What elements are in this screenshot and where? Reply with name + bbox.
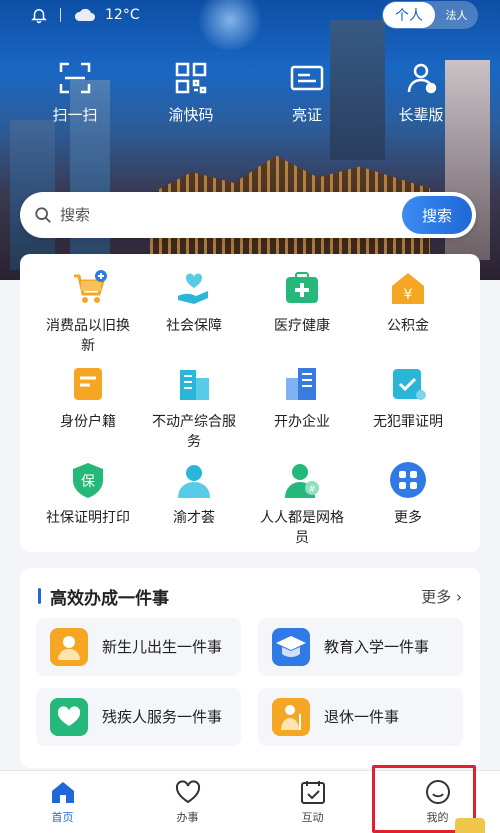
mode-personal[interactable]: 个人 bbox=[383, 2, 435, 28]
quick-action-label: 扫一扫 bbox=[52, 106, 98, 124]
quick-action-label: 渝快码 bbox=[168, 106, 214, 124]
service-label: 渝才荟 bbox=[173, 510, 215, 526]
service-label: 身份户籍 bbox=[60, 414, 116, 430]
quick-action-scan[interactable]: 扫一扫 bbox=[30, 60, 120, 125]
retirement-icon bbox=[272, 698, 310, 736]
service-social-security[interactable]: 社会保障 bbox=[146, 268, 242, 336]
household-register-icon bbox=[68, 364, 108, 404]
social-insurance-icon: 保 bbox=[68, 460, 108, 500]
hand-heart-icon bbox=[174, 268, 214, 308]
section-title: 高效办成一件事 bbox=[50, 589, 169, 609]
floating-badge bbox=[455, 818, 485, 833]
svg-text:¥: ¥ bbox=[404, 287, 413, 303]
hero-banner bbox=[0, 0, 500, 280]
grid-member-icon: # bbox=[282, 460, 322, 500]
service-label: 人人都是网格员 bbox=[260, 510, 344, 546]
task-education-enroll[interactable]: 教育入学一件事 bbox=[258, 618, 463, 676]
graduation-cap-icon bbox=[272, 628, 310, 666]
section-more-link[interactable]: 更多 › bbox=[421, 586, 462, 607]
service-label: 更多 bbox=[394, 510, 422, 526]
home-icon bbox=[51, 782, 74, 803]
task-newborn[interactable]: 新生儿出生一件事 bbox=[36, 618, 241, 676]
quick-action-elder-mode[interactable]: 长辈版 bbox=[376, 60, 466, 125]
svg-text:#: # bbox=[308, 485, 316, 495]
id-card-icon bbox=[290, 65, 324, 91]
more-apps-icon bbox=[388, 460, 428, 500]
nav-interact[interactable]: 互动 bbox=[250, 771, 375, 833]
nav-label: 互动 bbox=[301, 811, 324, 824]
service-label: 社保证明打印 bbox=[46, 510, 130, 526]
quick-action-label: 亮证 bbox=[291, 106, 322, 124]
divider bbox=[60, 8, 61, 22]
task-label: 残疾人服务一件事 bbox=[102, 708, 223, 726]
mode-toggle[interactable]: 个人 法人 bbox=[382, 1, 478, 29]
service-label: 不动产综合服务 bbox=[152, 414, 236, 450]
quick-action-label: 长辈版 bbox=[398, 106, 444, 124]
house-fund-icon: ¥ bbox=[388, 268, 428, 308]
service-label: 医疗健康 bbox=[274, 318, 330, 334]
disability-care-icon bbox=[50, 698, 88, 736]
nav-services[interactable]: 办事 bbox=[125, 771, 250, 833]
heart-icon bbox=[175, 780, 200, 804]
building-icon bbox=[174, 364, 214, 404]
service-no-criminal-record[interactable]: 无犯罪证明 bbox=[360, 364, 456, 432]
task-label: 新生儿出生一件事 bbox=[102, 638, 223, 656]
scan-icon bbox=[59, 62, 91, 94]
elder-mode-icon bbox=[407, 63, 437, 94]
service-trade-in[interactable]: 消费品以旧换新 bbox=[40, 268, 136, 356]
task-disability-service[interactable]: 残疾人服务一件事 bbox=[36, 688, 241, 746]
task-label: 退休一件事 bbox=[324, 708, 400, 726]
search-button[interactable]: 搜索 bbox=[402, 196, 472, 234]
newborn-icon bbox=[50, 628, 88, 666]
cart-icon bbox=[68, 268, 108, 308]
service-label: 社会保障 bbox=[166, 318, 222, 334]
qrcode-icon bbox=[175, 62, 207, 94]
certificate-icon bbox=[388, 364, 428, 404]
service-label: 消费品以旧换新 bbox=[46, 318, 130, 354]
temperature: 12°C bbox=[105, 7, 140, 23]
bell-icon[interactable] bbox=[30, 6, 48, 24]
search-bar[interactable]: 搜索 bbox=[20, 192, 476, 238]
sky-glow bbox=[195, 0, 265, 50]
mode-legal-person[interactable]: 法人 bbox=[435, 7, 478, 23]
medical-kit-icon bbox=[282, 268, 322, 308]
talent-icon bbox=[174, 460, 214, 500]
service-real-estate[interactable]: 不动产综合服务 bbox=[146, 364, 242, 452]
service-grid-member[interactable]: # 人人都是网格员 bbox=[254, 460, 350, 548]
nav-label: 我的 bbox=[426, 811, 449, 824]
calendar-check-icon bbox=[300, 781, 325, 804]
task-retirement[interactable]: 退休一件事 bbox=[258, 688, 463, 746]
chevron-right-icon: › bbox=[456, 588, 462, 606]
smile-icon bbox=[425, 780, 450, 804]
search-icon bbox=[35, 207, 51, 223]
service-talent[interactable]: 渝才荟 bbox=[146, 460, 242, 528]
bottom-nav: 首页 办事 互动 我的 bbox=[0, 770, 500, 833]
nav-home[interactable]: 首页 bbox=[0, 771, 125, 833]
quick-action-qrcode[interactable]: 渝快码 bbox=[146, 60, 236, 125]
cloud-icon bbox=[74, 8, 95, 21]
service-more[interactable]: 更多 bbox=[360, 460, 456, 528]
service-household-register[interactable]: 身份户籍 bbox=[40, 364, 136, 432]
svg-text:保: 保 bbox=[81, 474, 95, 490]
service-label: 公积金 bbox=[387, 318, 429, 334]
service-label: 无犯罪证明 bbox=[373, 414, 443, 430]
search-input[interactable] bbox=[60, 206, 402, 224]
section-accent-bar bbox=[38, 588, 41, 604]
task-label: 教育入学一件事 bbox=[324, 638, 430, 656]
enterprise-icon bbox=[282, 364, 322, 404]
nav-label: 首页 bbox=[51, 811, 74, 824]
nav-label: 办事 bbox=[176, 811, 199, 824]
service-start-business[interactable]: 开办企业 bbox=[254, 364, 350, 432]
status-bar: 12°C bbox=[30, 4, 140, 26]
quick-action-show-id[interactable]: 亮证 bbox=[262, 60, 352, 125]
section-more-label: 更多 bbox=[421, 588, 452, 606]
service-medical[interactable]: 医疗健康 bbox=[254, 268, 350, 336]
service-label: 开办企业 bbox=[274, 414, 330, 430]
service-housing-fund[interactable]: ¥ 公积金 bbox=[360, 268, 456, 336]
service-social-insurance-print[interactable]: 保 社保证明打印 bbox=[40, 460, 136, 528]
